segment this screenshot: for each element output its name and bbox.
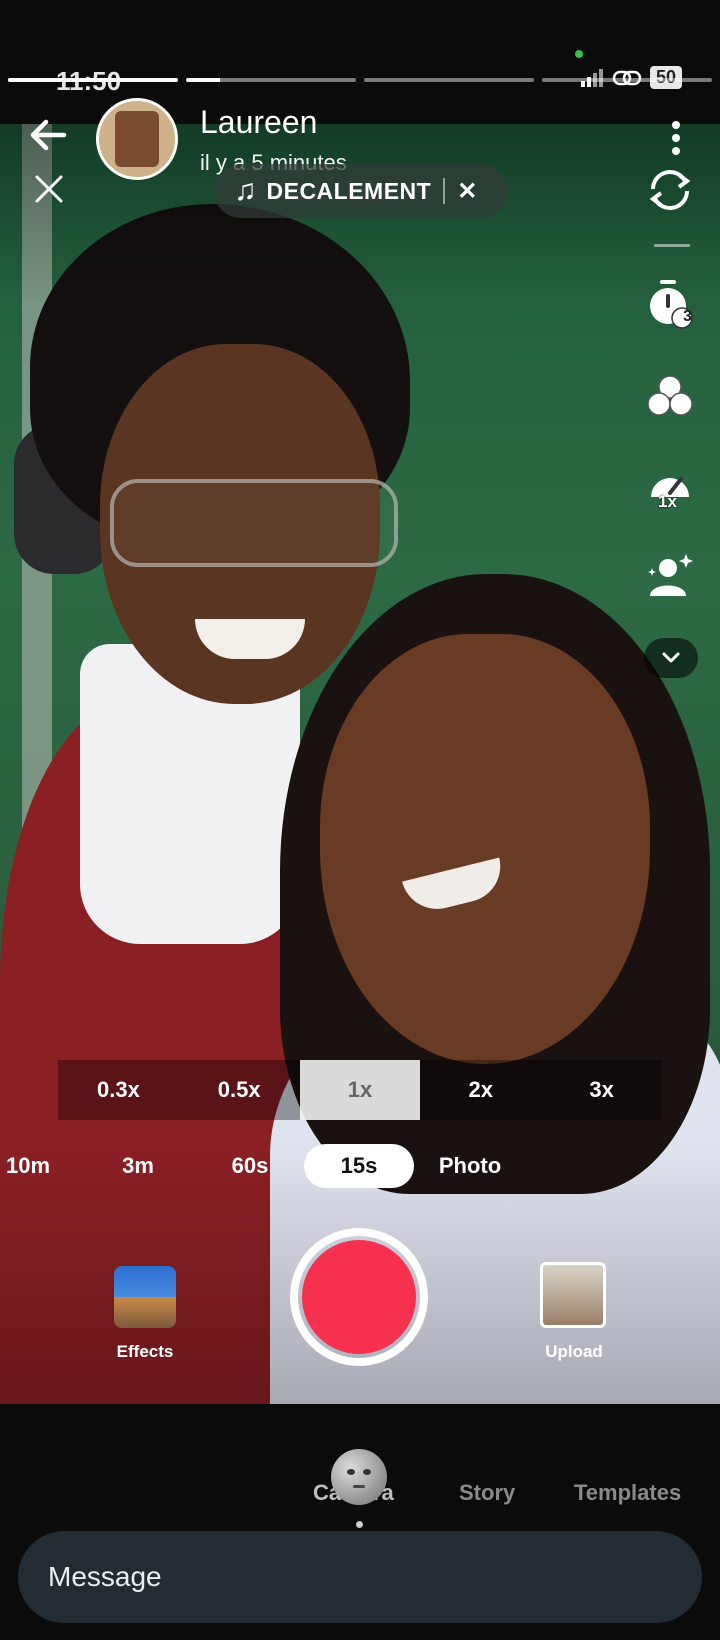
preview-shade: [0, 124, 720, 1404]
story-progress: [8, 78, 712, 82]
zoom-option[interactable]: 2x: [420, 1060, 541, 1120]
zoom-selector: 0.3x 0.5x 1x 2x 3x: [58, 1060, 662, 1120]
story-segment: [8, 78, 178, 82]
music-note-icon: ♫: [234, 174, 257, 207]
person-sparkle-icon: [648, 554, 693, 596]
speed-badge: 1x: [658, 492, 677, 511]
story-segment: [364, 78, 534, 82]
close-icon[interactable]: [32, 172, 66, 206]
zoom-option-active[interactable]: 1x: [299, 1060, 421, 1120]
upload-label: Upload: [545, 1342, 603, 1361]
message-input[interactable]: Message: [18, 1531, 702, 1623]
record-button-core[interactable]: [302, 1240, 416, 1354]
remove-sound-icon[interactable]: ✕: [457, 177, 477, 206]
camera-preview: [0, 124, 720, 1404]
speed-button[interactable]: 1x: [644, 462, 696, 514]
story-segment: [186, 78, 356, 82]
username[interactable]: Laureen: [200, 104, 317, 141]
active-tab-indicator: [356, 1521, 363, 1528]
beauty-button[interactable]: [644, 550, 696, 602]
tab-templates[interactable]: Templates: [574, 1480, 681, 1506]
flip-camera-icon: [649, 170, 691, 210]
privacy-indicator: [575, 50, 583, 58]
tab-story[interactable]: Story: [459, 1480, 515, 1506]
effects-button[interactable]: [114, 1266, 176, 1328]
upload-button[interactable]: [540, 1262, 606, 1328]
zoom-option[interactable]: 0.3x: [58, 1060, 179, 1120]
duration-option[interactable]: Photo: [430, 1144, 510, 1188]
effects-label: Effects: [116, 1342, 174, 1361]
moon-emoji-icon: [331, 1449, 387, 1505]
zoom-option[interactable]: 3x: [541, 1060, 662, 1120]
chevron-down-icon: [662, 652, 680, 663]
expand-tools-button[interactable]: [644, 638, 698, 678]
duration-option[interactable]: 10m: [0, 1144, 56, 1188]
sound-label: DECALEMENT: [266, 177, 432, 204]
duration-option-active[interactable]: 15s: [304, 1144, 414, 1188]
divider: [443, 178, 446, 204]
more-options-icon[interactable]: [670, 120, 682, 156]
message-placeholder: Message: [48, 1561, 162, 1592]
story-segment: [542, 78, 712, 82]
filters-icon: [647, 375, 693, 416]
duration-option[interactable]: 60s: [218, 1144, 282, 1188]
toolbar-divider: [654, 244, 690, 247]
filters-button[interactable]: [644, 370, 696, 422]
avatar[interactable]: [96, 98, 178, 180]
timer-badge: 3: [683, 308, 692, 325]
duration-option[interactable]: 3m: [108, 1144, 168, 1188]
flip-camera-button[interactable]: [644, 164, 696, 216]
back-arrow-icon[interactable]: [24, 110, 74, 160]
timer-button[interactable]: 3: [644, 278, 696, 330]
add-sound-button[interactable]: ♫ DECALEMENT ✕: [214, 164, 508, 218]
zoom-option[interactable]: 0.5x: [179, 1060, 300, 1120]
